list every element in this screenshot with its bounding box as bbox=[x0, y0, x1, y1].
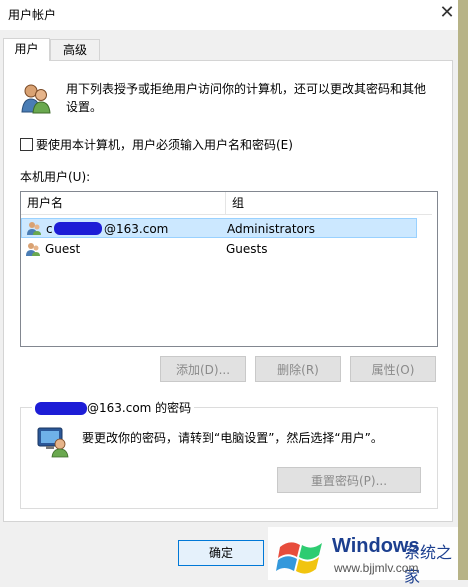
add-user-button[interactable]: 添加(D)... bbox=[160, 356, 246, 382]
table-row[interactable]: Guest Guests bbox=[21, 239, 417, 259]
reset-password-button[interactable]: 重置密码(P)... bbox=[277, 467, 421, 493]
redaction-mark bbox=[35, 402, 87, 415]
tab-advanced[interactable]: 高级 bbox=[50, 39, 100, 60]
password-instruction-text: 要更改你的密码，请转到“电脑设置”，然后选择“用户”。 bbox=[82, 431, 383, 445]
remove-user-button[interactable]: 删除(R) bbox=[255, 356, 341, 382]
row-username-suffix: @163.com bbox=[104, 222, 169, 236]
tab-users[interactable]: 用户 bbox=[3, 38, 50, 61]
password-group-title: @163.com 的密码 bbox=[32, 399, 195, 416]
table-row[interactable]: c @163.com Administrators bbox=[21, 218, 417, 238]
window-title: 用户帐户 bbox=[8, 8, 57, 22]
local-users-label: 本机用户(U): bbox=[20, 170, 91, 184]
user-monitor-icon bbox=[37, 427, 69, 458]
require-password-checkbox[interactable] bbox=[20, 138, 33, 151]
users-list[interactable]: 用户名 组 c @163.com Administrators Guest Gu… bbox=[20, 191, 438, 347]
redaction-mark bbox=[54, 222, 102, 235]
description-text: 用下列表授予或拒绝用户访问你的计算机，还可以更改其密码和其他设置。 bbox=[66, 82, 427, 114]
watermark-url: www.bjjmlv.com bbox=[334, 561, 419, 575]
watermark: Windows 系统之家 www.bjjmlv.com bbox=[268, 527, 458, 586]
row-username: Guest bbox=[45, 242, 81, 256]
close-button[interactable]: ✕ bbox=[436, 2, 458, 24]
windows-logo-icon bbox=[276, 542, 322, 574]
column-header-username[interactable]: 用户名 bbox=[21, 192, 226, 215]
user-icon bbox=[27, 222, 41, 235]
password-group-title-text: @163.com 的密码 bbox=[87, 401, 192, 415]
title-bar bbox=[0, 0, 468, 30]
properties-button[interactable]: 属性(O) bbox=[350, 356, 436, 382]
users-icon bbox=[21, 84, 51, 114]
row-username-prefix: c bbox=[46, 222, 53, 236]
column-header-group[interactable]: 组 bbox=[226, 192, 432, 215]
ok-button[interactable]: 确定 bbox=[178, 540, 264, 566]
user-icon bbox=[26, 243, 40, 256]
desktop-background-strip bbox=[458, 0, 468, 580]
row-group: Administrators bbox=[227, 222, 316, 236]
require-password-label: 要使用本计算机，用户必须输入用户名和密码(E) bbox=[36, 138, 293, 152]
row-group: Guests bbox=[226, 242, 268, 256]
